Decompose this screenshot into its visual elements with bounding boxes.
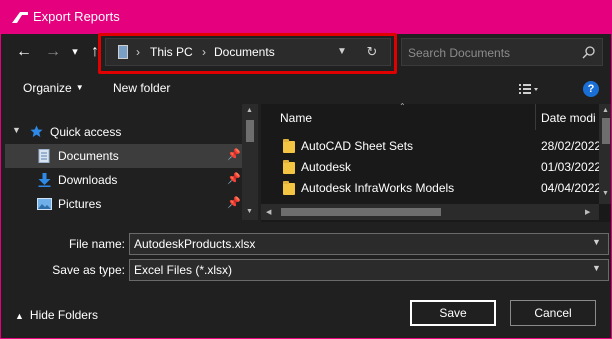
this-pc-icon: [118, 45, 128, 59]
scrollbar-thumb[interactable]: [281, 208, 441, 216]
file-row[interactable]: Autodesk 01/03/2022: [261, 157, 602, 178]
autodesk-logo-icon: [12, 12, 28, 23]
sort-ascending-icon: ⌃: [399, 102, 406, 111]
file-row[interactable]: AutoCAD Sheet Sets 28/02/2022: [261, 136, 602, 157]
scroll-left-arrow-icon[interactable]: ◀: [266, 208, 271, 216]
file-row[interactable]: Autodesk InfraWorks Models 04/04/2022: [261, 178, 602, 199]
address-bar[interactable]: › This PC › Documents ▼ ↻: [105, 38, 391, 66]
command-bar: Organize ▼ New folder ?: [1, 74, 611, 104]
search-input[interactable]: [408, 44, 568, 62]
save-as-type-label: Save as type:: [52, 263, 125, 277]
chevron-down-icon[interactable]: ▼: [592, 263, 601, 273]
save-options-panel: File name: AutodeskProducts.xlsx ▼ Save …: [1, 224, 611, 338]
file-date: 28/02/2022: [541, 139, 602, 153]
file-date: 01/03/2022: [541, 160, 602, 174]
breadcrumb-documents[interactable]: Documents: [214, 45, 275, 59]
up-button[interactable]: ↑: [83, 40, 107, 64]
document-icon: [38, 149, 50, 163]
breadcrumb-this-pc[interactable]: This PC: [150, 45, 193, 59]
recent-locations-button[interactable]: ▾: [67, 40, 83, 64]
folder-icon: [283, 139, 295, 153]
pin-icon: 📌: [227, 173, 241, 185]
column-header-name[interactable]: Name: [280, 111, 312, 137]
column-header-date-modified[interactable]: Date modi: [541, 111, 596, 137]
chevron-up-icon: ▲: [15, 311, 24, 321]
file-name-label: File name:: [68, 237, 125, 251]
scroll-up-arrow-icon[interactable]: ▲: [602, 107, 609, 114]
breadcrumb-separator: ›: [136, 45, 140, 59]
save-button[interactable]: Save: [410, 300, 496, 326]
pin-icon: 📌: [227, 149, 241, 161]
sidebar-item-label: Quick access: [50, 125, 122, 139]
search-box[interactable]: [401, 38, 603, 66]
sidebar-item-pictures[interactable]: Pictures 📌: [5, 192, 243, 216]
navigation-pane: ▼ Quick access Documents 📌 Downloads 📌 P…: [1, 104, 259, 224]
save-as-type-select[interactable]: Excel Files (*.xlsx) ▼: [129, 259, 609, 281]
hide-folders-label: Hide Folders: [29, 308, 98, 322]
file-name: Autodesk: [301, 160, 352, 174]
file-name-field[interactable]: AutodeskProducts.xlsx ▼: [129, 233, 609, 255]
back-button[interactable]: ←: [12, 40, 36, 64]
star-icon: [30, 125, 43, 137]
scroll-up-arrow-icon[interactable]: ▲: [246, 107, 253, 114]
window-title: Export Reports: [33, 9, 120, 24]
file-name-value[interactable]: AutodeskProducts.xlsx: [134, 237, 255, 251]
address-history-chevron-icon[interactable]: ▼: [335, 45, 349, 59]
scroll-down-arrow-icon[interactable]: ▼: [246, 208, 253, 215]
hide-folders-button[interactable]: ▲ Hide Folders: [15, 308, 98, 322]
forward-button[interactable]: →: [41, 40, 65, 64]
picture-icon: [37, 198, 52, 210]
file-date: 04/04/2022: [541, 181, 602, 195]
organize-label: Organize: [23, 81, 72, 95]
breadcrumb-separator: ›: [202, 45, 206, 59]
search-icon[interactable]: [582, 45, 596, 59]
sidebar-item-documents[interactable]: Documents 📌: [5, 144, 243, 168]
export-reports-dialog: Export Reports ← → ▾ ↑ › This PC › Docum…: [0, 0, 612, 339]
sidebar-item-label: Downloads: [58, 173, 118, 187]
scroll-right-arrow-icon[interactable]: ▶: [585, 208, 590, 216]
view-options-icon[interactable]: [518, 83, 540, 95]
sidebar-scrollbar[interactable]: ▲ ▼: [242, 104, 258, 220]
download-arrow-icon: [38, 173, 51, 187]
new-folder-button[interactable]: New folder: [113, 81, 170, 95]
expand-chevron-icon[interactable]: ▼: [12, 125, 21, 135]
sidebar-item-label: Documents: [58, 149, 119, 163]
help-icon[interactable]: ?: [583, 81, 599, 97]
caret-down-icon: ▼: [75, 83, 84, 92]
title-bar: Export Reports: [1, 0, 611, 34]
pin-icon: 📌: [227, 197, 241, 209]
sidebar-item-label: Pictures: [58, 197, 102, 211]
column-divider[interactable]: [535, 104, 536, 130]
organize-menu[interactable]: Organize ▼: [23, 81, 84, 95]
file-list-horizontal-scrollbar[interactable]: ◀ ▶: [261, 204, 599, 220]
scroll-down-arrow-icon[interactable]: ▼: [602, 190, 609, 197]
sidebar-item-quick-access[interactable]: ▼ Quick access: [5, 120, 243, 144]
file-name: Autodesk InfraWorks Models: [301, 181, 455, 195]
sidebar-item-downloads[interactable]: Downloads 📌: [5, 168, 243, 192]
file-list-vertical-scrollbar[interactable]: ▲ ▼: [599, 104, 611, 204]
scrollbar-thumb[interactable]: [602, 118, 610, 144]
save-as-type-value: Excel Files (*.xlsx): [134, 263, 233, 277]
refresh-icon[interactable]: ↻: [364, 44, 380, 60]
file-name: AutoCAD Sheet Sets: [301, 139, 414, 153]
chevron-down-icon[interactable]: ▼: [592, 237, 601, 247]
folder-icon: [283, 181, 295, 195]
scrollbar-thumb[interactable]: [246, 120, 254, 142]
folder-icon: [283, 160, 295, 174]
cancel-button[interactable]: Cancel: [510, 300, 596, 326]
